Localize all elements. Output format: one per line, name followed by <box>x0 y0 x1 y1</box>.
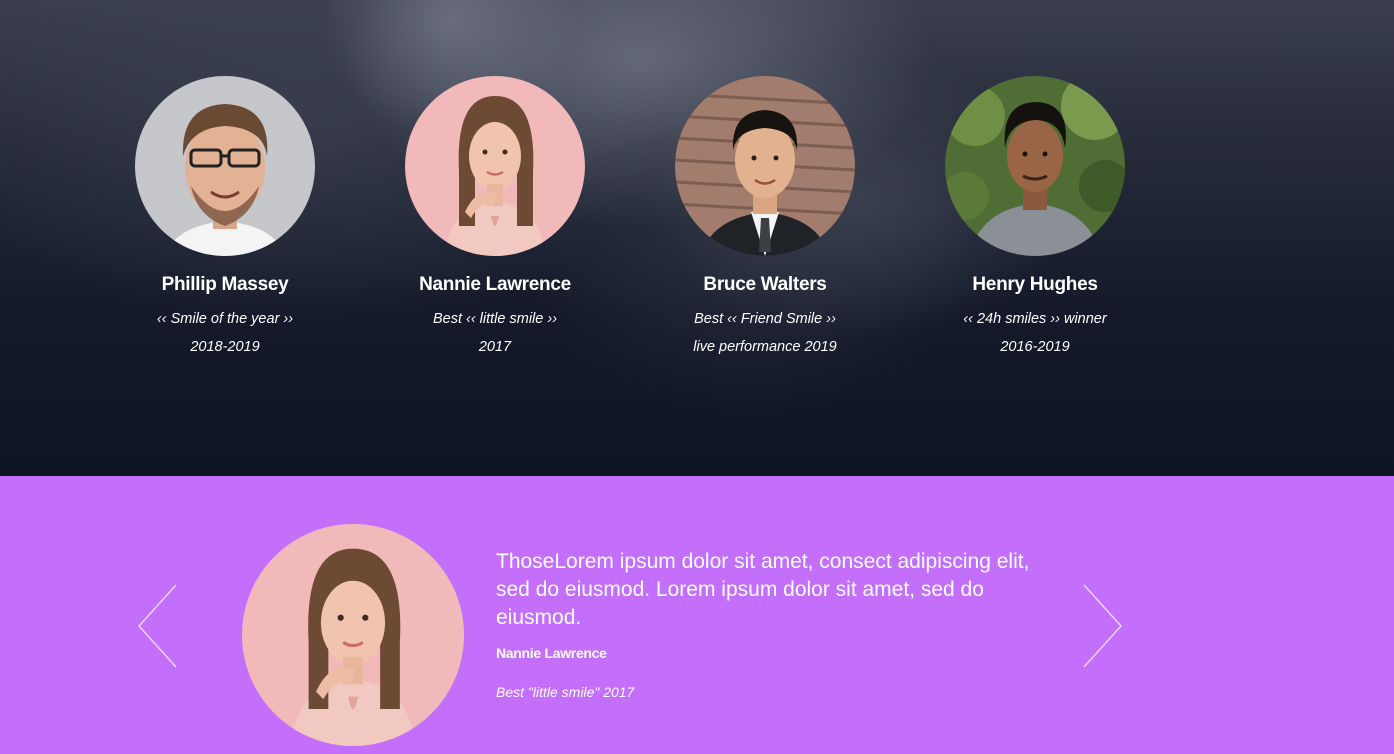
testimonial-quote: ThoseLorem ipsum dolor sit amet, consect… <box>496 550 1030 629</box>
member-award: ‹‹ 24h smiles ›› winner 2016-2019 <box>900 305 1170 361</box>
member-photo-bruce-walters <box>675 76 855 256</box>
team-member-card: Henry Hughes ‹‹ 24h smiles ›› winner 201… <box>900 76 1170 361</box>
chevron-left-icon <box>137 584 177 668</box>
member-award-line: ‹‹ 24h smiles ›› winner <box>963 311 1107 327</box>
member-award-year: 2017 <box>478 339 512 355</box>
member-award-line: ‹‹ Smile of the year ›› <box>156 311 294 327</box>
team-member-card: Bruce Walters Best ‹‹ Friend Smile ›› li… <box>630 76 900 361</box>
testimonial-slider: ThoseLorem ipsum dolor sit amet, consect… <box>0 476 1394 754</box>
team-member-card: Nannie Lawrence Best ‹‹ little smile ›› … <box>360 76 630 361</box>
member-photo-phillip-massey <box>135 76 315 256</box>
member-name: Henry Hughes <box>972 274 1098 295</box>
chevron-right-icon <box>1083 584 1123 668</box>
member-award: Best ‹‹ little smile ›› 2017 <box>360 305 630 361</box>
member-award-year: 2018-2019 <box>190 339 260 355</box>
member-award-year: 2016-2019 <box>1000 339 1070 355</box>
member-photo-henry-hughes <box>945 76 1125 256</box>
member-award: ‹‹ Smile of the year ›› 2018-2019 <box>90 305 360 361</box>
team-section: Phillip Massey ‹‹ Smile of the year ›› 2… <box>0 0 1394 476</box>
next-slide-button[interactable] <box>1080 583 1124 669</box>
testimonial-role: Best "little smile" 2017 <box>496 684 635 700</box>
member-award-line: Best ‹‹ Friend Smile ›› <box>694 311 836 327</box>
testimonial-photo <box>242 524 464 746</box>
member-name: Nannie Lawrence <box>419 274 571 295</box>
member-photo-nannie-lawrence <box>405 76 585 256</box>
member-name: Phillip Massey <box>161 274 289 295</box>
member-name: Bruce Walters <box>703 274 827 295</box>
prev-slide-button[interactable] <box>136 583 180 669</box>
member-award: Best ‹‹ Friend Smile ›› live performance… <box>630 305 900 361</box>
member-award-year: live performance 2019 <box>693 339 837 355</box>
member-award-line: Best ‹‹ little smile ›› <box>432 311 558 327</box>
team-member-card: Phillip Massey ‹‹ Smile of the year ›› 2… <box>90 76 360 361</box>
testimonial-author: Nannie Lawrence <box>496 645 607 661</box>
